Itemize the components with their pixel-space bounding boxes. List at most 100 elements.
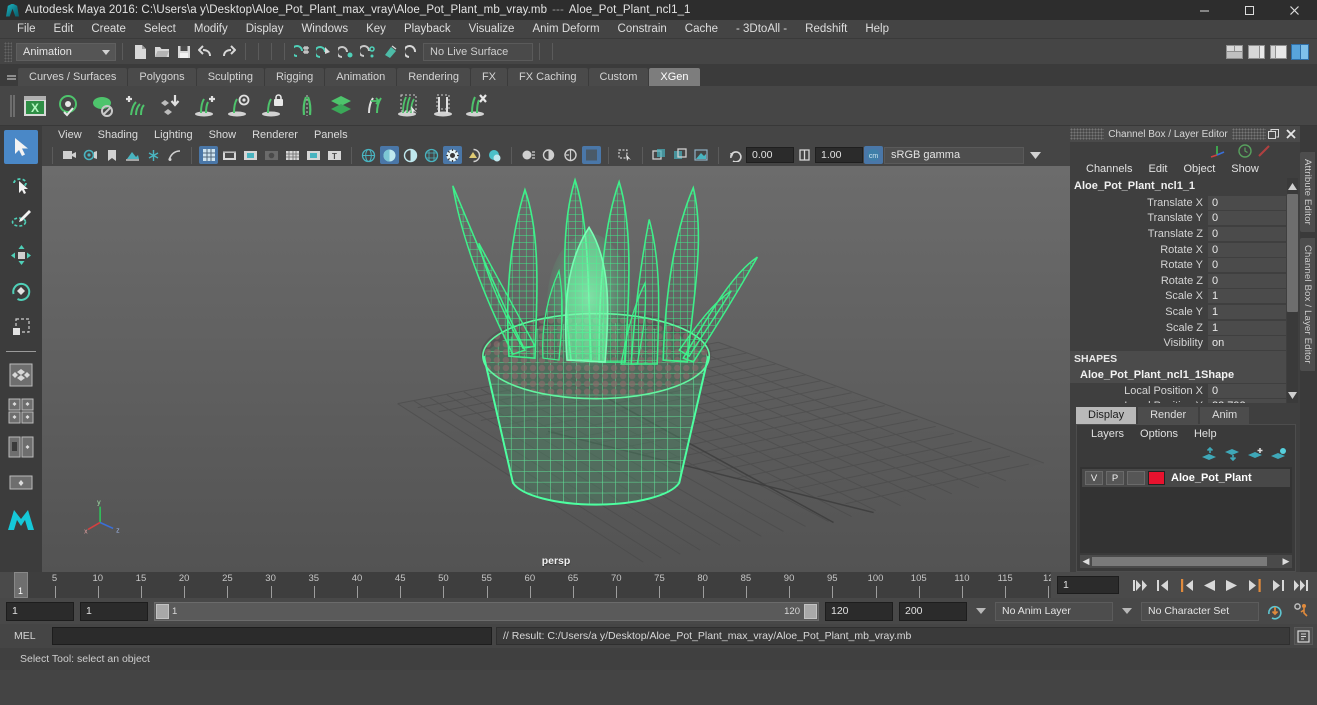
layer-color-swatch[interactable] [1148, 471, 1165, 485]
color-management-toggle-icon[interactable]: cm [864, 146, 883, 164]
viewport-3d-canvas[interactable]: x y z persp [42, 166, 1070, 572]
shelf-tab-xgen[interactable]: XGen [649, 68, 700, 86]
attribute-row-translate-y[interactable]: Translate Y 0 [1070, 211, 1300, 227]
new-layer-icon[interactable] [1247, 447, 1264, 461]
gamma-toggle-icon[interactable] [671, 146, 690, 164]
attribute-value[interactable]: 1 [1208, 289, 1286, 304]
attribute-value[interactable]: 0 [1208, 383, 1286, 398]
menu-item-create[interactable]: Create [82, 20, 135, 39]
channelbox-menu-show[interactable]: Show [1223, 160, 1267, 178]
shade-with-wireframe-icon[interactable] [401, 146, 420, 164]
resolution-gate-icon[interactable] [262, 146, 281, 164]
four-view-layout-icon[interactable] [4, 394, 38, 428]
range-handle-left[interactable] [156, 603, 169, 619]
playback-start-field[interactable]: 1 [80, 601, 148, 621]
image-plane-icon[interactable] [123, 146, 142, 164]
animation-end-field[interactable]: 200 [899, 601, 967, 621]
step-forward-keyframe-icon[interactable] [1268, 575, 1288, 595]
xgen-region-icon[interactable] [427, 89, 459, 123]
snap-to-projected-center-icon[interactable] [358, 42, 378, 62]
viewport-menu-panels[interactable]: Panels [306, 126, 356, 144]
scrollbar-thumb[interactable] [1287, 194, 1298, 312]
step-back-frame-icon[interactable] [1176, 575, 1196, 595]
multisample-aa-icon[interactable] [540, 146, 559, 164]
xgen-lock-guide-icon[interactable] [257, 89, 289, 123]
viewport-menu-lighting[interactable]: Lighting [146, 126, 201, 144]
attribute-value[interactable]: 0 [1208, 258, 1286, 273]
move-layer-up-icon[interactable] [1201, 447, 1218, 461]
motion-blur-icon[interactable] [519, 146, 538, 164]
go-to-start-icon[interactable] [1130, 575, 1150, 595]
xgen-add-description-icon[interactable] [121, 89, 153, 123]
attribute-row-translate-x[interactable]: Translate X 0 [1070, 195, 1300, 211]
shelf-tab-animation[interactable]: Animation [325, 68, 397, 86]
menu-item-playback[interactable]: Playback [395, 20, 460, 39]
current-frame-field[interactable]: 1 [1057, 576, 1119, 594]
wireframe-shading-icon[interactable] [359, 146, 378, 164]
layer-name[interactable]: Aloe_Pot_Plant [1171, 472, 1252, 484]
viewport-menu-view[interactable]: View [50, 126, 90, 144]
toolbar-grip[interactable] [4, 41, 12, 62]
xgen-delete-icon[interactable] [461, 89, 493, 123]
scroll-left-icon[interactable]: ◀ [1080, 556, 1092, 567]
attribute-row-scale-y[interactable]: Scale Y 1 [1070, 304, 1300, 320]
shelf-tab-custom[interactable]: Custom [588, 68, 649, 86]
layer-list[interactable]: V P Aloe_Pot_Plant [1080, 467, 1292, 553]
layer-menu-options[interactable]: Options [1132, 425, 1186, 443]
range-handle-right[interactable] [804, 603, 817, 619]
attribute-value[interactable]: 1 [1208, 304, 1286, 319]
gate-mask-icon[interactable] [165, 146, 184, 164]
bookmark-icon[interactable] [102, 146, 121, 164]
attribute-row-rotate-y[interactable]: Rotate Y 0 [1070, 257, 1300, 273]
safe-title-icon[interactable]: T [325, 146, 344, 164]
attribute-row-translate-z[interactable]: Translate Z 0 [1070, 226, 1300, 242]
attribute-row-scale-z[interactable]: Scale Z 1 [1070, 320, 1300, 336]
reset-exposure-icon[interactable] [726, 146, 745, 164]
exposure-field[interactable]: 0.00 [746, 147, 794, 163]
time-slider[interactable]: 1 5 10 15 20 25 30 35 40 45 50 55 60 65 70 75 80 85 90 95 1… [14, 572, 1051, 598]
two-pane-stacked-layout-icon[interactable] [4, 466, 38, 500]
close-panel-icon[interactable] [1283, 127, 1298, 141]
viewport-menu-renderer[interactable]: Renderer [244, 126, 306, 144]
xgen-mirror-guide-icon[interactable] [291, 89, 323, 123]
viewport-menu-shading[interactable]: Shading [90, 126, 146, 144]
scroll-up-icon[interactable] [1287, 180, 1298, 192]
layer-menu-layers[interactable]: Layers [1083, 425, 1132, 443]
isolate-select-icon[interactable] [582, 146, 601, 164]
paint-select-tool-icon[interactable] [4, 202, 38, 236]
menu-item-modify[interactable]: Modify [185, 20, 237, 39]
safe-action-icon[interactable] [304, 146, 323, 164]
scrollbar-thumb[interactable] [1092, 557, 1267, 566]
attribute-value[interactable]: 1 [1208, 320, 1286, 335]
channel-box-attribute-list[interactable]: Aloe_Pot_Plant_ncl1_1 Translate X 0 Tran… [1070, 178, 1300, 403]
menu-item-select[interactable]: Select [135, 20, 185, 39]
tab-channel-box-layer-editor[interactable]: Channel Box / Layer Editor [1300, 238, 1315, 371]
screen-space-ao-icon[interactable] [485, 146, 504, 164]
channelbox-menu-edit[interactable]: Edit [1140, 160, 1175, 178]
view-transform-icon[interactable] [692, 146, 711, 164]
xgen-select-primitive-icon[interactable] [393, 89, 425, 123]
lasso-select-tool-icon[interactable] [4, 166, 38, 200]
field-chart-icon[interactable] [283, 146, 302, 164]
camera-attributes-icon[interactable] [81, 146, 100, 164]
auto-keyframe-icon[interactable] [1265, 601, 1285, 621]
snap-to-view-planes-icon[interactable] [380, 42, 400, 62]
rotate-tool-icon[interactable] [4, 274, 38, 308]
character-set-selector[interactable]: No Character Set [1141, 601, 1259, 621]
attribute-row-rotate-x[interactable]: Rotate X 0 [1070, 242, 1300, 258]
menu-item-help[interactable]: Help [856, 20, 898, 39]
show-hide-editors-icon[interactable] [1224, 42, 1244, 62]
menu-item-anim-deform[interactable]: Anim Deform [523, 20, 608, 39]
menu-item-key[interactable]: Key [357, 20, 395, 39]
anim-layer-selector[interactable]: No Anim Layer [995, 601, 1113, 621]
command-line-input[interactable] [52, 627, 492, 645]
smooth-shade-all-icon[interactable] [380, 146, 399, 164]
attribute-value[interactable]: 0 [1208, 226, 1286, 241]
tab-render[interactable]: Render [1138, 407, 1199, 424]
reset-gamma-icon[interactable] [795, 146, 814, 164]
show-hide-channel-box-icon[interactable] [1290, 42, 1310, 62]
shelf-tab-fx[interactable]: FX [470, 68, 508, 86]
attribute-value[interactable]: 0 [1208, 211, 1286, 226]
shelf-tab-rendering[interactable]: Rendering [397, 68, 470, 86]
exposure-toggle-icon[interactable] [650, 146, 669, 164]
